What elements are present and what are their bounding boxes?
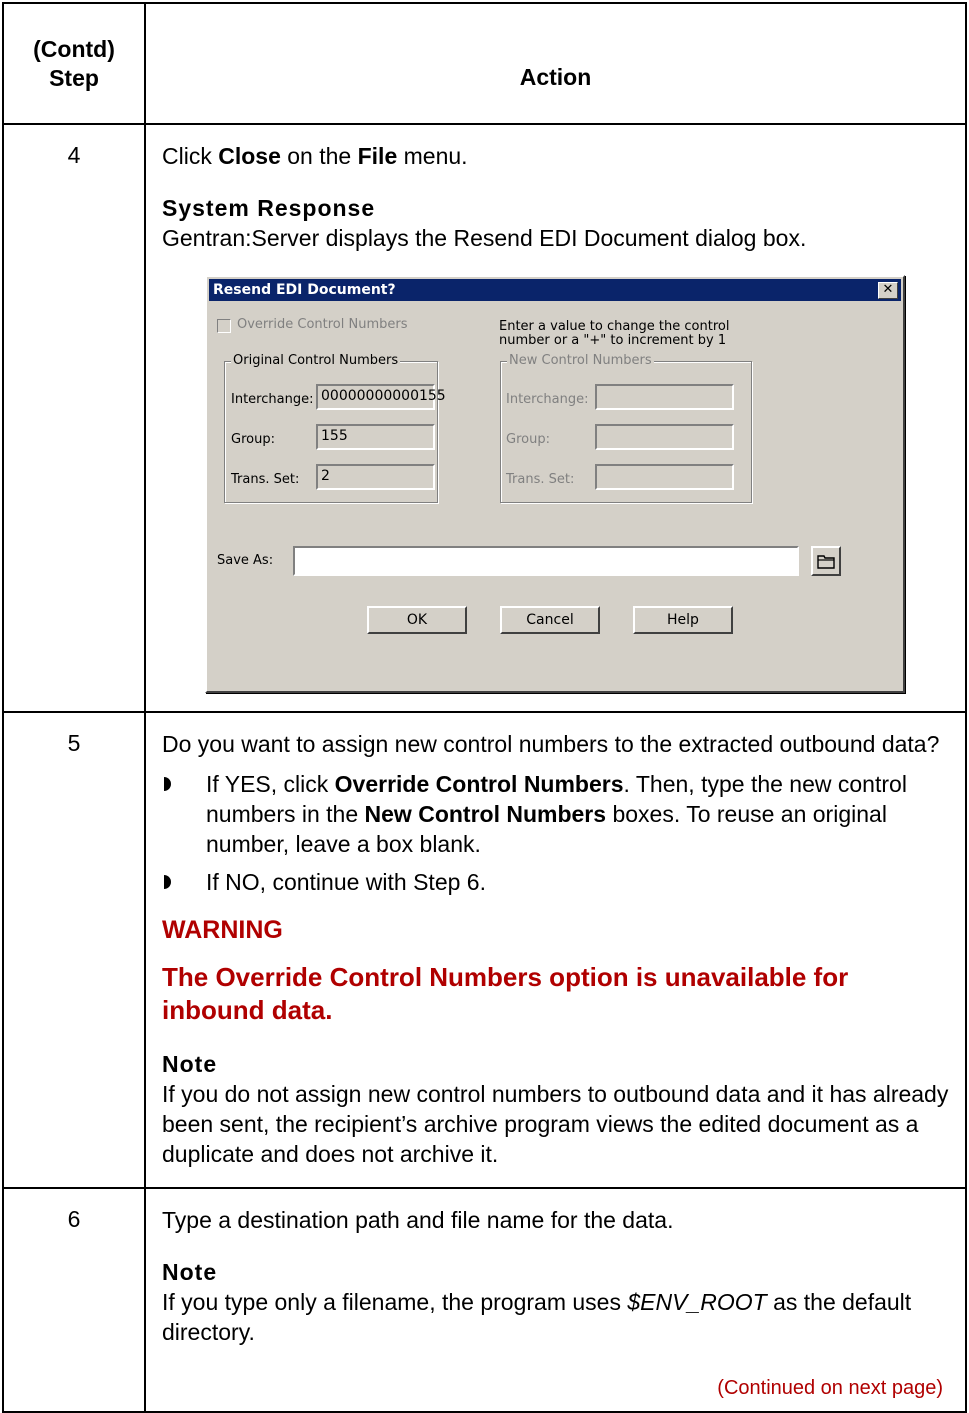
step4-instruction: Click Close on the File menu. <box>162 141 949 171</box>
action-cell-5: Do you want to assign new control number… <box>144 711 967 1189</box>
bullet-icon <box>164 777 171 791</box>
list-item-yes: If YES, click Override Control Numbers. … <box>162 769 949 859</box>
step-row-6: 6 Type a destination path and file name … <box>2 1187 967 1413</box>
dialog-titlebar: Resend EDI Document? ✕ <box>209 279 901 301</box>
orig-group-field: 155 <box>316 424 435 450</box>
new-numbers-ref: New Control Numbers <box>364 801 607 827</box>
new-transset-label: Trans. Set: <box>506 472 575 487</box>
step-row-4: 4 Click Close on the File menu. System R… <box>2 123 967 713</box>
step-number-6: 6 <box>2 1187 146 1413</box>
text-span: If NO, continue with Step 6. <box>206 869 486 895</box>
action-column-header: Action <box>144 2 967 125</box>
close-menu-item-ref: Close <box>218 143 281 169</box>
step6-instruction: Type a destination path and file name fo… <box>162 1207 674 1233</box>
orig-transset-field: 2 <box>316 464 435 490</box>
text-span: on the <box>280 143 358 169</box>
original-numbers-group: Original Control Numbers Interchange: 00… <box>224 353 446 503</box>
orig-interchange-field: 00000000000155 <box>316 384 446 410</box>
cancel-button[interactable]: Cancel <box>500 606 600 634</box>
env-root-var: $ENV_ROOT <box>627 1289 767 1315</box>
step6-note-heading: Note <box>162 1259 218 1285</box>
text-span: menu. <box>397 143 468 169</box>
system-response-text: Gentran:Server displays the Resend EDI D… <box>162 225 807 251</box>
step-header-line2: Step <box>49 64 99 91</box>
new-group-label-text: Group: <box>506 432 550 447</box>
action-cell-4: Click Close on the File menu. System Res… <box>144 123 967 713</box>
text-span: If you type only a filename, the program… <box>162 1289 628 1315</box>
note-heading: Note <box>162 1051 218 1077</box>
browse-folder-button[interactable] <box>811 546 841 576</box>
new-transset-field[interactable] <box>595 464 734 490</box>
new-group-label: New Control Numbers <box>507 353 654 368</box>
step-header-line1: (Contd) <box>33 35 115 62</box>
close-icon[interactable]: ✕ <box>878 282 898 299</box>
original-group-label: Original Control Numbers <box>231 353 401 368</box>
step6-note-text: If you type only a filename, the program… <box>162 1287 949 1347</box>
text-span: Click <box>162 143 219 169</box>
step5-question: Do you want to assign new control number… <box>162 731 940 757</box>
override-checkbox[interactable] <box>217 319 231 333</box>
note-text: If you do not assign new control numbers… <box>162 1081 949 1167</box>
save-as-input[interactable] <box>293 546 799 576</box>
orig-group-label: Group: <box>231 432 275 447</box>
action-cell-6: Type a destination path and file name fo… <box>144 1187 967 1413</box>
step-row-5: 5 Do you want to assign new control numb… <box>2 711 967 1189</box>
list-item-no: If NO, continue with Step 6. <box>162 867 949 897</box>
step-column-header: (Contd) Step <box>2 2 146 125</box>
hint-line-1: Enter a value to change the control <box>499 319 730 334</box>
step5-options: If YES, click Override Control Numbers. … <box>162 769 949 897</box>
new-group-field[interactable] <box>595 424 734 450</box>
override-label: Override Control Numbers <box>237 317 408 332</box>
system-response-heading: System Response <box>162 195 376 221</box>
step-number-4: 4 <box>2 123 146 713</box>
override-option-ref: Override Control Numbers <box>334 771 624 797</box>
new-interchange-label: Interchange: <box>506 392 589 407</box>
step-number-5: 5 <box>2 711 146 1189</box>
bullet-icon <box>164 875 171 889</box>
action-header-label: Action <box>519 64 592 90</box>
file-menu-ref: File <box>357 143 398 169</box>
warning-text: The Override Control Numbers option is u… <box>162 962 849 1025</box>
new-interchange-field[interactable] <box>595 384 734 410</box>
text-span: If YES, click <box>206 771 335 797</box>
procedure-table: (Contd) Step Action 4 Click Close on the… <box>2 2 967 1413</box>
help-button[interactable]: Help <box>633 606 733 634</box>
dialog-title: Resend EDI Document? <box>213 282 396 298</box>
header-row: (Contd) Step Action <box>2 2 967 125</box>
hint-line-2: number or a "+" to increment by 1 <box>499 333 727 348</box>
folder-icon <box>817 555 835 569</box>
orig-interchange-label: Interchange: <box>231 392 314 407</box>
warning-heading: WARNING <box>162 916 283 944</box>
save-as-label: Save As: <box>217 553 274 568</box>
resend-edi-dialog: Resend EDI Document? ✕ Override Control … <box>205 275 905 693</box>
new-numbers-group: New Control Numbers Interchange: Group: … <box>500 353 752 503</box>
orig-transset-label: Trans. Set: <box>231 472 300 487</box>
ok-button[interactable]: OK <box>367 606 467 634</box>
